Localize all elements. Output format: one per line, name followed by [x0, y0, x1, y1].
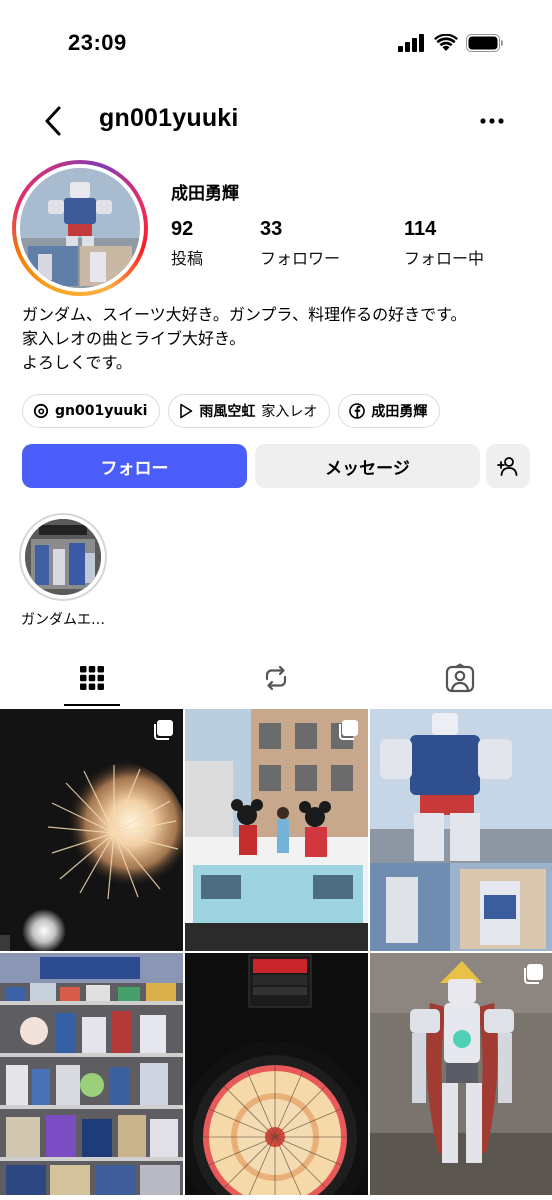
tagged-person-icon [445, 663, 475, 693]
highlight-cover-image [25, 519, 101, 595]
stat-posts: 92 投稿 [171, 218, 203, 269]
suggested-users-button[interactable] [486, 444, 530, 488]
back-button[interactable] [36, 104, 70, 138]
bio-line: ガンダム、スイーツ大好き。ガンプラ、料理作るの好きです。 [22, 305, 467, 324]
stat-followers[interactable]: 33 フォロワー [260, 218, 340, 269]
stat-posts-count: 92 [171, 218, 194, 240]
story-highlight[interactable]: ガンダムエ… [18, 513, 108, 629]
music-link-chip[interactable]: 雨風空虹 家入レオ [168, 394, 331, 428]
repost-icon [265, 665, 287, 691]
profile-links: gn001yuuki 雨風空虹 家入レオ 成田勇輝 [22, 394, 441, 428]
post-thumbnail[interactable] [0, 709, 183, 951]
music-link-artist: 家入レオ [261, 404, 318, 420]
grid-icon [80, 666, 104, 690]
profile-full-name: 成田勇輝 [171, 184, 239, 204]
bio-line: 家入レオの曲とライブ大好き。 [22, 329, 246, 348]
music-link-song: 雨風空虹 [199, 404, 256, 420]
facebook-link-chip[interactable]: 成田勇輝 [338, 394, 441, 428]
multiple-photos-icon [524, 964, 543, 984]
add-person-icon [497, 457, 518, 476]
play-icon [180, 403, 193, 419]
bio-line: よろしくです。 [22, 353, 132, 372]
signal-icon [398, 34, 424, 52]
follow-button[interactable]: フォロー [22, 444, 247, 488]
profile-actions: フォロー メッセージ [22, 444, 530, 488]
stat-followers-label: フォロワー [260, 249, 341, 268]
threads-link-label: gn001yuuki [55, 403, 148, 419]
post-thumbnail[interactable] [185, 709, 368, 951]
message-button[interactable]: メッセージ [255, 444, 480, 488]
threads-link-chip[interactable]: gn001yuuki [22, 394, 161, 428]
darts-board-photo [185, 953, 368, 1195]
stat-followers-count: 33 [260, 218, 283, 240]
posts-grid [0, 709, 552, 1200]
status-bar: 23:09 [0, 0, 552, 90]
active-tab-indicator [64, 704, 120, 706]
stat-following-label: フォロー中 [404, 249, 485, 268]
stat-following[interactable]: 114 フォロー中 [404, 218, 484, 269]
gunpla-figure-photo [370, 953, 552, 1195]
multiple-photos-icon [154, 720, 173, 740]
profile-username: gn001yuuki [99, 104, 239, 132]
stat-following-count: 114 [404, 218, 437, 240]
post-thumbnail[interactable] [0, 953, 183, 1195]
battery-icon [466, 34, 503, 52]
post-thumbnail[interactable] [370, 709, 552, 951]
fireworks-photo [0, 709, 183, 951]
gunpla-shelf-photo [0, 953, 183, 1195]
post-thumbnail[interactable] [370, 953, 552, 1195]
profile-avatar[interactable] [12, 160, 148, 296]
nav-bar: gn001yuuki [0, 96, 552, 146]
stat-posts-label: 投稿 [171, 249, 204, 268]
profile-bio: ガンダム、スイーツ大好き。ガンプラ、料理作るの好きです。 家入レオの曲とライブ大… [22, 303, 542, 375]
facebook-icon [349, 403, 366, 419]
more-options-button[interactable] [472, 106, 512, 136]
multiple-photos-icon [339, 720, 358, 740]
avatar-image [20, 168, 140, 288]
highlight-label: ガンダムエ… [21, 612, 105, 628]
profile-tabs [0, 650, 552, 706]
gundam-collage-photo [370, 709, 552, 951]
chevron-left-icon [45, 106, 61, 136]
threads-icon [33, 403, 49, 419]
parade-photo [185, 709, 368, 951]
tab-posts[interactable] [0, 650, 184, 706]
status-time: 23:09 [68, 30, 127, 55]
tab-reposts[interactable] [184, 650, 368, 706]
tab-tagged[interactable] [368, 650, 552, 706]
wifi-icon [434, 34, 458, 51]
post-thumbnail[interactable] [185, 953, 368, 1195]
facebook-link-label: 成田勇輝 [371, 404, 428, 420]
status-icons [398, 34, 504, 52]
more-dots-icon [480, 118, 504, 124]
